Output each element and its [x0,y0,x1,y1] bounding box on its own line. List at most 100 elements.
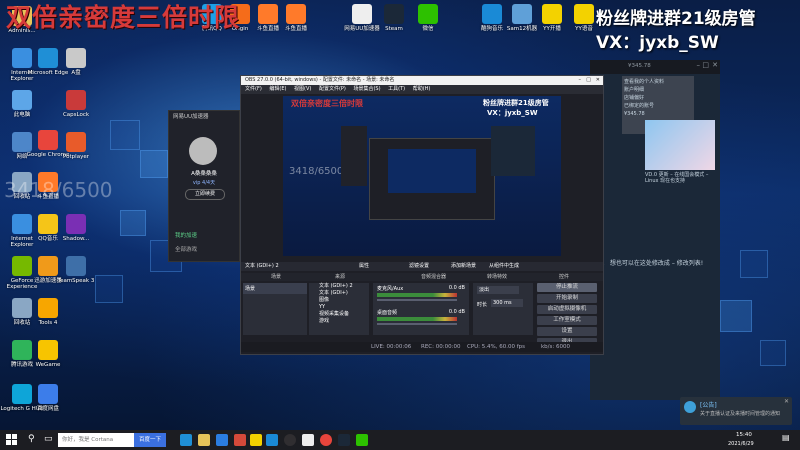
maximize-icon[interactable]: □ [702,61,709,69]
transition-select[interactable]: 淡出 [477,286,519,294]
app-icon[interactable] [234,434,246,446]
desktop-icon-label: 此电脑 [13,112,31,118]
renew-button[interactable]: 立即续费 [185,189,225,200]
notification-toast[interactable]: [公告] 关于直播认证及来播时间管理的通知 ✕ [680,397,792,425]
desktop-icon-label: Shadow... [62,236,90,242]
drive-icon [66,48,86,68]
settings-button[interactable]: 设置 [537,327,597,336]
uu-username: A桑桑桑桑 [191,171,217,177]
steam-menu-item[interactable]: 已绑定的账号 [624,102,692,110]
edge-icon[interactable] [180,434,192,446]
obs-icon[interactable] [284,434,296,446]
cpu-fps: CPU: 5.4%, 60.00 fps [467,344,526,350]
desktop-icon[interactable]: Tools 4 [26,298,70,326]
obs-preview[interactable]: 双倍亲密度三倍时限 粉丝牌进群21级房管 VX：jyxb_SW 3418/650… [283,96,561,256]
app-icon [66,90,86,110]
add-scene-button[interactable]: 添加新场景 [451,262,476,271]
virtual-camera-button[interactable]: 启动虚拟摄像机 [537,305,597,314]
steam-menu-item[interactable]: 查看我的个人资料 [624,78,692,86]
wallpaper-tile [720,300,752,332]
uu-menu-my-boost[interactable]: 我的加速 [175,231,197,239]
steam-icon[interactable] [338,434,350,446]
maximize-icon[interactable]: □ [586,76,591,85]
steam-news-image[interactable] [645,120,715,170]
menu-profile[interactable]: 配置文件(P) [319,86,346,92]
volume-slider[interactable] [377,299,457,301]
uu-accelerator-icon[interactable] [302,434,314,446]
source-item[interactable]: 图像 [309,297,369,304]
menu-scene-collection[interactable]: 场景集合(S) [353,86,380,92]
desktop-icon[interactable]: Shadow... [54,214,98,242]
kugou-icon[interactable] [266,434,278,446]
properties-button[interactable]: 属性 [359,262,369,271]
desktop-icon[interactable]: 斗鱼直播 [274,4,318,32]
desktop-icon[interactable]: WeGame [26,340,70,368]
desktop-icon[interactable]: 微信 [406,4,450,32]
notification-title: [公告] [700,402,717,409]
close-icon[interactable]: ✕ [712,61,718,69]
yy-icon[interactable] [250,434,262,446]
steam-window: ¥345.78 – □ ✕ 查看我的个人资料 账户明细 店铺偏好 已绑定的账号 … [590,60,720,400]
menu-edit[interactable]: 编辑(E) [269,86,286,92]
desktop-icon-label: A盘 [71,70,81,76]
source-item[interactable]: 文本 (GDI+) [309,290,369,297]
steam-menu-item[interactable]: 店铺偏好 [624,94,692,102]
baidu-netdisk-icon [38,384,58,404]
taskbar-search-input[interactable]: 你好，我是 Cortana [58,433,136,447]
source-item[interactable]: 文本 (GDI+) 2 [309,283,369,290]
start-recording-button[interactable]: 开始录制 [537,294,597,303]
audio-mixer: 麦克风/Aux 0.0 dB 桌面音频 0.0 dB [373,283,469,335]
notifications-icon[interactable]: ▤ [782,433,794,447]
close-icon[interactable]: ✕ [596,76,600,85]
store-icon[interactable] [216,434,228,446]
from-component-button[interactable]: 从组件中生成 [489,262,519,271]
steam-news-text[interactable]: VD.0 更新 – 在线国会模式 – Linux 现在也支持 [645,172,717,184]
shadow-icon [66,214,86,234]
filters-button[interactable]: 滤镜设置 [409,262,429,271]
potplayer-icon [66,132,86,152]
steam-menu-item[interactable]: ¥345.78 [624,110,692,118]
task-view-icon[interactable]: ▭ [44,434,53,444]
desktop-icon[interactable]: 百度网盘 [26,384,70,412]
menu-tools[interactable]: 工具(T) [388,86,405,92]
source-item[interactable]: YY [309,304,369,311]
clock-date[interactable]: 2021/6/29 [728,441,754,447]
clock-time[interactable]: 15:40 [736,432,752,438]
wechat-icon[interactable] [356,434,368,446]
desktop-icon[interactable]: TeamSpeak 3 [54,256,98,284]
scene-item[interactable]: 场景 [243,283,307,294]
close-icon[interactable]: ✕ [784,398,789,405]
volume-slider[interactable] [377,323,457,325]
stop-streaming-button[interactable]: 停止推流 [537,283,597,292]
menu-file[interactable]: 文件(F) [245,86,262,92]
taskbar-search-button[interactable]: 百度一下 [134,433,166,447]
source-item[interactable]: 游戏 [309,318,369,325]
avatar[interactable] [189,137,217,165]
menu-view[interactable]: 视图(V) [294,86,311,92]
source-item[interactable]: 视频采集设备 [309,311,369,318]
desktop-icon[interactable]: Potplayer [54,132,98,160]
preview-overlay-line2: VX：jyxb_SW [487,109,538,117]
minimize-icon[interactable]: – [697,61,701,69]
duration-input[interactable]: 300 ms [491,299,523,307]
steam-menu-item[interactable]: 账户明细 [624,86,692,94]
douyu-icon [286,4,306,24]
windows-start-icon[interactable] [6,434,17,445]
minimize-icon[interactable]: – [579,76,582,85]
scenes-dock-title: 场景 [271,274,282,280]
uu-panel: 网易UU加速器 A桑桑桑桑 vip 4/4天 立即续费 我的加速 全部游戏 [168,110,240,262]
file-explorer-icon[interactable] [198,434,210,446]
uu-menu-all-games[interactable]: 全部游戏 [175,245,197,253]
mixer-channel-db: 0.0 dB [448,309,465,315]
selected-source-label: 文本 (GDI+) 2 [245,263,279,269]
search-icon[interactable]: ⚲ [28,434,35,444]
chrome-icon[interactable] [320,434,332,446]
desktop-icon[interactable]: CapsLock [54,90,98,118]
volume-meter [377,293,457,297]
mixer-dock-title: 音频混合器 [421,274,447,280]
menu-help[interactable]: 帮助(H) [413,86,431,92]
desktop-icon[interactable]: A盘 [54,48,98,76]
desktop-icon[interactable]: 此电脑 [0,90,44,118]
obs-dock-headers: 场景 来源 音频混合器 转场特效 控件 [241,273,603,281]
studio-mode-button[interactable]: 工作室模式 [537,316,597,325]
